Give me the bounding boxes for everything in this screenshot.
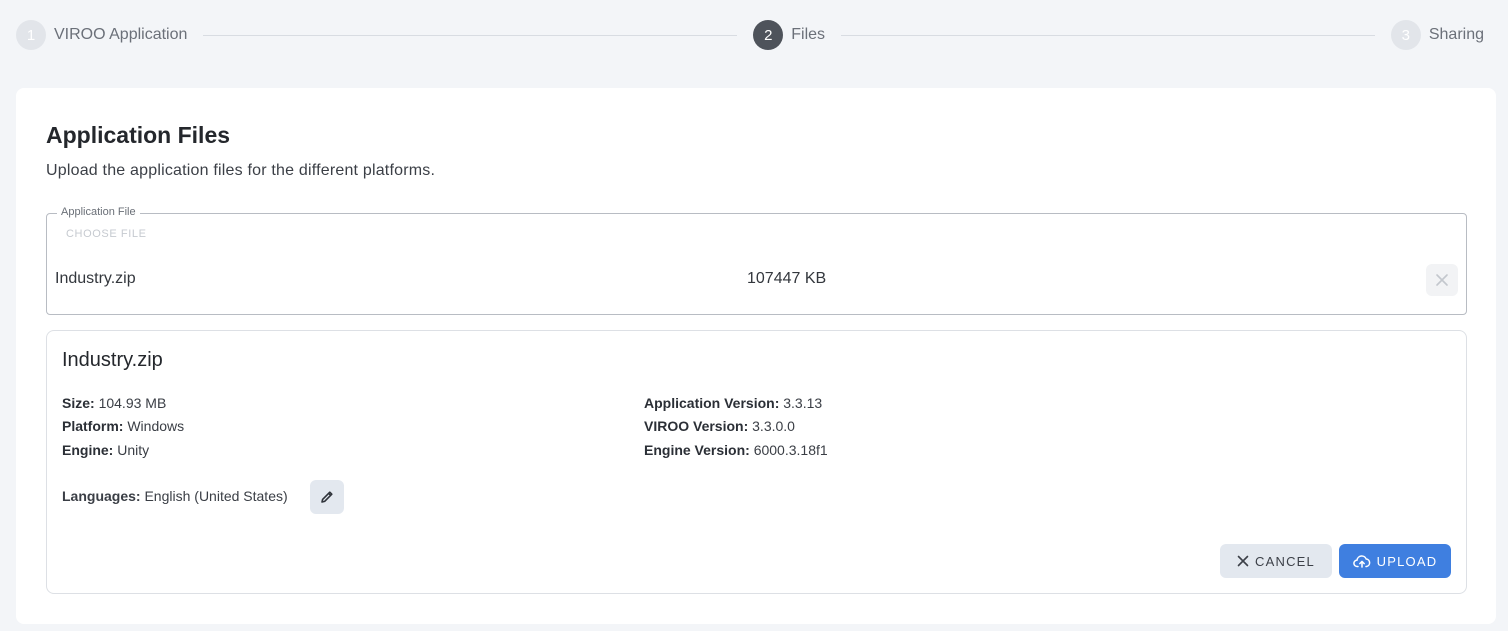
- stepper: 1 VIROO Application 2 Files 3 Sharing: [16, 20, 1484, 50]
- pencil-icon: [321, 491, 333, 503]
- selected-file-size: 107447 KB: [747, 270, 827, 287]
- close-icon: [1237, 555, 1249, 567]
- platform-label: Platform:: [62, 418, 124, 434]
- engine-info: Engine: Unity: [62, 442, 149, 458]
- viroo-version-value: 3.3.0.0: [752, 418, 795, 434]
- application-version-info: Application Version: 3.3.13: [644, 395, 822, 411]
- application-files-card: Application Files Upload the application…: [16, 88, 1496, 624]
- step-viroo-application[interactable]: 1 VIROO Application: [16, 20, 187, 50]
- choose-file-button[interactable]: CHOOSE FILE: [66, 228, 147, 240]
- field-legend: Application File: [57, 206, 140, 218]
- platform-value: Windows: [127, 418, 185, 434]
- application-file-field: Application File CHOOSE FILE Industry.zi…: [46, 206, 1467, 315]
- upload-label: UPLOAD: [1376, 553, 1438, 569]
- size-info: Size: 104.93 MB: [62, 395, 166, 411]
- engine-label: Engine:: [62, 442, 114, 458]
- languages-value: English (United States): [144, 488, 288, 504]
- engine-value: Unity: [117, 442, 150, 458]
- step-sharing[interactable]: 3 Sharing: [1390, 20, 1484, 50]
- viroo-version-label: VIROO Version:: [644, 418, 749, 434]
- application-version-value: 3.3.13: [783, 395, 823, 411]
- step-connector: [841, 34, 1375, 36]
- step-number: 1: [16, 20, 46, 50]
- step-label: Sharing: [1428, 26, 1484, 43]
- step-label: VIROO Application: [54, 26, 188, 43]
- remove-file-button[interactable]: [1426, 264, 1458, 296]
- page-subtitle: Upload the application files for the dif…: [46, 162, 436, 179]
- step-label: Files: [791, 26, 826, 43]
- engine-version-label: Engine Version:: [644, 442, 750, 458]
- platform-info: Platform: Windows: [62, 418, 184, 434]
- cloud-upload-icon: [1352, 555, 1370, 568]
- step-connector: [203, 34, 738, 36]
- upload-button[interactable]: UPLOAD: [1339, 544, 1451, 578]
- viroo-version-info: VIROO Version: 3.3.0.0: [644, 418, 795, 434]
- cancel-button[interactable]: CANCEL: [1220, 544, 1332, 578]
- step-number: 3: [1390, 20, 1421, 50]
- size-value: 104.93 MB: [98, 395, 167, 411]
- close-icon: [1436, 274, 1448, 286]
- languages-info: Languages: English (United States): [62, 488, 288, 504]
- engine-version-value: 6000.3.18f1: [753, 442, 828, 458]
- step-number: 2: [753, 20, 784, 50]
- application-version-label: Application Version:: [644, 395, 780, 411]
- languages-label: Languages:: [62, 488, 141, 504]
- page-title: Application Files: [46, 122, 231, 148]
- details-title: Industry.zip: [62, 349, 163, 371]
- size-label: Size:: [62, 395, 95, 411]
- file-details-panel: Industry.zip Size: 104.93 MB Platform: W…: [46, 330, 1467, 594]
- selected-file-name: Industry.zip: [55, 270, 136, 287]
- step-files[interactable]: 2 Files: [753, 20, 825, 50]
- engine-version-info: Engine Version: 6000.3.18f1: [644, 442, 828, 458]
- edit-languages-button[interactable]: [310, 480, 344, 514]
- cancel-label: CANCEL: [1255, 553, 1315, 569]
